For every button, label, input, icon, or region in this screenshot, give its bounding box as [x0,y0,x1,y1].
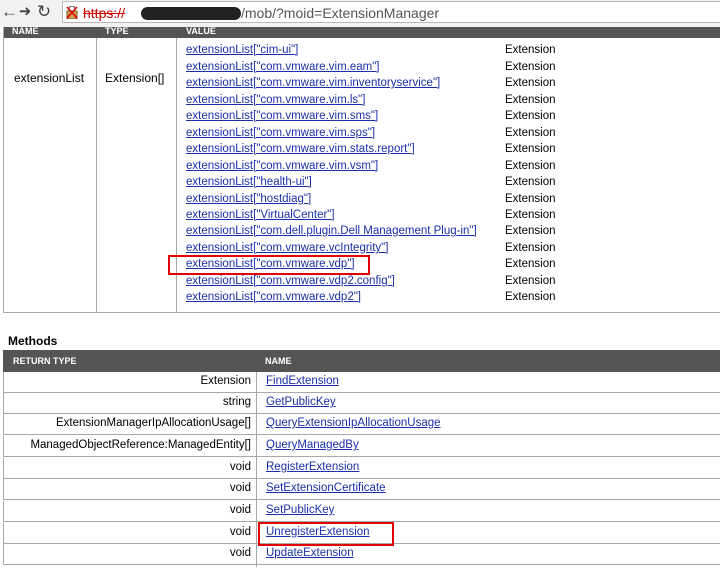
extension-link[interactable]: extensionList["com.vmware.vim.eam"] [186,61,380,73]
header-return-type: RETURN TYPE [13,356,77,366]
extension-type: Extension [505,275,556,287]
extension-link[interactable]: extensionList["com.dell.plugin.Dell Mana… [186,225,477,237]
url-scheme: https:// [83,5,126,21]
extension-type: Extension [505,143,556,155]
properties-header: NAME TYPE VALUE [4,27,720,38]
method-return-type: void [229,526,251,538]
extension-link[interactable]: extensionList["com.vmware.vim.vsm"] [186,160,378,172]
extension-type: Extension [505,127,556,139]
extension-link[interactable]: extensionList["hostdiag"] [186,193,311,205]
extension-link[interactable]: extensionList["com.vmware.vim.stats.repo… [186,143,415,155]
method-row: ExtensionManagerIpAllocationUsage[] Quer… [3,414,720,435]
method-return-type: void [229,461,251,473]
browser-toolbar: ← ➜ ↻ https:// /mob/?moid=ExtensionManag… [0,0,720,27]
extension-type: Extension [505,209,556,221]
property-type: Extension[] [105,71,165,85]
extension-type: Extension [505,160,556,172]
extension-link[interactable]: extensionList["com.vmware.vdp2"] [186,291,361,303]
extension-type: Extension [505,193,556,205]
method-return-type: void [229,504,251,516]
broken-lock-icon [66,6,78,19]
method-row: Extension FindExtension [3,372,720,393]
property-name: extensionList [14,71,85,85]
extension-link[interactable]: extensionList["com.vmware.vdp2.config"] [186,275,395,287]
extension-type: Extension [505,258,556,270]
method-return-type: ExtensionManagerIpAllocationUsage[] [56,417,251,429]
extension-type: Extension [505,291,556,303]
header-type: TYPE [105,27,129,36]
method-link[interactable]: GetPublicKey [266,396,336,408]
methods-heading: Methods [8,334,58,348]
header-value: VALUE [186,27,216,36]
extension-type: Extension [505,77,556,89]
method-row: void SetPublicKey [3,501,720,522]
extension-type: Extension [505,110,556,122]
method-return-type: string [222,396,251,408]
address-bar[interactable]: https:// /mob/?moid=ExtensionManager [62,1,720,23]
back-arrow-icon[interactable]: ← [1,2,18,22]
highlight-box [168,255,370,275]
method-row: void SetExtensionCertificate [3,479,720,500]
method-link[interactable]: FindExtension [266,375,339,387]
method-row: void UpdateExtension [3,544,720,565]
method-return-type: void [229,482,251,494]
method-return-type: Extension [200,375,251,387]
extension-type: Extension [505,225,556,237]
extension-link[interactable]: extensionList["VirtualCenter"] [186,209,335,221]
method-link[interactable]: SetPublicKey [266,504,334,516]
header-name: NAME [265,356,292,366]
extension-type: Extension [505,61,556,73]
forward-arrow-icon[interactable]: ➜ [18,2,32,22]
method-link[interactable]: RegisterExtension [266,461,359,473]
method-link[interactable]: QueryExtensionIpAllocationUsage [266,417,441,429]
extension-link[interactable]: extensionList["com.vmware.vcIntegrity"] [186,242,388,254]
extension-link[interactable]: extensionList["com.vmware.vim.sms"] [186,110,378,122]
extension-type: Extension [505,94,556,106]
extension-link[interactable]: extensionList["com.vmware.vim.sps"] [186,127,375,139]
column-divider [96,38,97,313]
extension-link[interactable]: extensionList["com.vmware.vim.inventorys… [186,77,440,89]
highlight-box [258,522,394,546]
method-return-type: void [229,547,251,559]
extension-type: Extension [505,176,556,188]
extension-link[interactable]: extensionList["health-ui"] [186,176,312,188]
method-row: ManagedObjectReference:ManagedEntity[] Q… [3,436,720,457]
methods-header: RETURN TYPE NAME [3,350,720,372]
method-row: string GetPublicKey [3,393,720,414]
extension-link[interactable]: extensionList["cim-ui"] [186,44,298,56]
extension-type: Extension [505,242,556,254]
method-link[interactable]: UpdateExtension [266,547,354,559]
extension-link[interactable]: extensionList["com.vmware.vim.ls"] [186,94,365,106]
extension-type: Extension [505,44,556,56]
header-name: NAME [12,27,39,36]
method-return-type: ManagedObjectReference:ManagedEntity[] [30,439,251,451]
url-path: /mob/?moid=ExtensionManager [241,5,440,21]
method-row: void RegisterExtension [3,458,720,479]
method-link[interactable]: SetExtensionCertificate [266,482,386,494]
method-link[interactable]: QueryManagedBy [266,439,359,451]
redacted-host [141,7,241,20]
reload-icon[interactable]: ↻ [35,2,53,22]
